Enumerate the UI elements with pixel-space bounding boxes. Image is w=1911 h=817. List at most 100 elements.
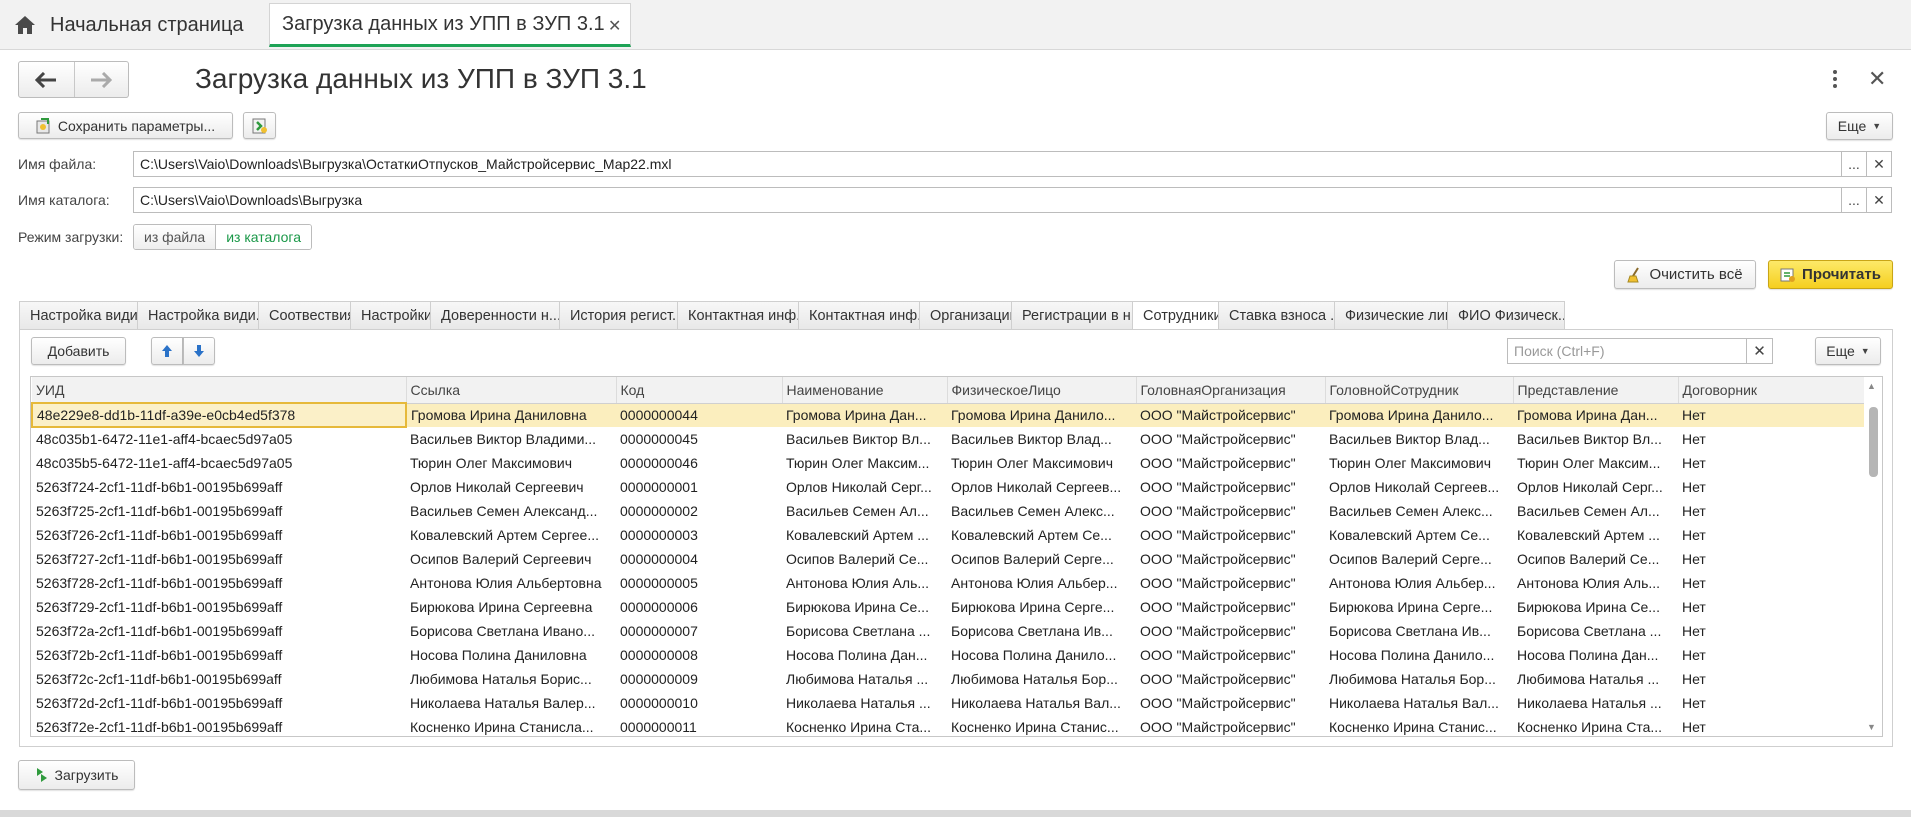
table-cell[interactable]: 5263f724-2cf1-11df-b6b1-00195b699aff: [32, 475, 406, 500]
table-cell[interactable]: Борисова Светлана ...: [1513, 619, 1678, 644]
table-cell[interactable]: Косненко Ирина Станисла...: [406, 715, 616, 736]
table-row[interactable]: 5263f72a-2cf1-11df-b6b1-00195b699aff Бори…: [32, 619, 1865, 644]
load-settings-button[interactable]: [243, 112, 276, 139]
table-cell[interactable]: Тюрин Олег Максим...: [782, 451, 947, 476]
table-cell[interactable]: Любимова Наталья ...: [782, 667, 947, 692]
table-cell[interactable]: 5263f72d-2cf1-11df-b6b1-00195b699aff: [32, 691, 406, 716]
table-cell[interactable]: Ковалевский Артем Се...: [1325, 523, 1513, 548]
table-cell[interactable]: 0000000011: [616, 715, 782, 736]
table-cell[interactable]: Нет: [1678, 667, 1865, 692]
table-cell[interactable]: 0000000009: [616, 667, 782, 692]
column-header[interactable]: ГоловнаяОрганизация: [1136, 377, 1326, 404]
tab-10[interactable]: Регистрации в н...: [1012, 301, 1133, 330]
table-row[interactable]: 5263f72d-2cf1-11df-b6b1-00195b699aff Нико…: [32, 691, 1865, 716]
table-cell[interactable]: Бирюкова Ирина Се...: [1513, 595, 1678, 620]
table-cell[interactable]: Нет: [1678, 427, 1865, 452]
table-cell[interactable]: Антонова Юлия Аль...: [782, 571, 947, 596]
table-cell[interactable]: Осипов Валерий Се...: [1513, 547, 1678, 572]
table-cell[interactable]: Громова Ирина Данило...: [947, 403, 1136, 428]
table-cell[interactable]: Нет: [1678, 595, 1865, 620]
table-cell[interactable]: Нет: [1678, 571, 1865, 596]
table-cell[interactable]: Нет: [1678, 691, 1865, 716]
tab-close-icon[interactable]: ✕: [608, 16, 621, 36]
scroll-up-icon[interactable]: ▲: [1867, 381, 1876, 391]
table-cell[interactable]: Громова Ирина Дан...: [1513, 403, 1678, 428]
table-cell[interactable]: Васильев Семен Алекс...: [1325, 499, 1513, 524]
column-header[interactable]: Договорник: [1678, 377, 1866, 404]
table-cell[interactable]: Васильев Семен Ал...: [782, 499, 947, 524]
table-cell[interactable]: Любимова Наталья Бор...: [947, 667, 1136, 692]
table-row[interactable]: 5263f72b-2cf1-11df-b6b1-00195b699aff Носо…: [32, 643, 1865, 668]
table-cell[interactable]: Николаева Наталья ...: [1513, 691, 1678, 716]
table-cell[interactable]: Орлов Николай Сергеев...: [1325, 475, 1513, 500]
table-cell[interactable]: Носова Полина Даниловна: [406, 643, 616, 668]
column-header[interactable]: ГоловнойСотрудник: [1325, 377, 1514, 404]
table-cell[interactable]: Косненко Ирина Ста...: [1513, 715, 1678, 736]
tab-14[interactable]: ФИО Физическ...: [1448, 301, 1565, 330]
column-header[interactable]: Код: [616, 377, 783, 404]
tab-12[interactable]: Ставка взноса ...: [1219, 301, 1335, 330]
table-cell[interactable]: 0000000005: [616, 571, 782, 596]
table-cell[interactable]: 5263f727-2cf1-11df-b6b1-00195b699aff: [32, 547, 406, 572]
search-input[interactable]: [1508, 339, 1746, 363]
read-button[interactable]: Прочитать: [1768, 260, 1893, 289]
move-down-button[interactable]: [183, 337, 215, 365]
table-row[interactable]: 5263f724-2cf1-11df-b6b1-00195b699aff Орло…: [32, 475, 1865, 500]
table-cell[interactable]: Васильев Виктор Влад...: [947, 427, 1136, 452]
table-cell[interactable]: Осипов Валерий Серге...: [947, 547, 1136, 572]
table-cell[interactable]: ООО "Майстройсервис": [1136, 403, 1325, 428]
catalog-select-button[interactable]: ...: [1841, 187, 1867, 213]
tab-7[interactable]: Контактная инф...: [678, 301, 799, 330]
tab-2[interactable]: Настройка види...: [138, 301, 259, 330]
table-cell[interactable]: Нет: [1678, 451, 1865, 476]
search-clear-icon[interactable]: ✕: [1746, 339, 1772, 363]
table-cell[interactable]: 0000000008: [616, 643, 782, 668]
table-row[interactable]: 5263f725-2cf1-11df-b6b1-00195b699aff Васи…: [32, 499, 1865, 524]
table-cell[interactable]: 0000000001: [616, 475, 782, 500]
table-cell[interactable]: Громова Ирина Данило...: [1325, 403, 1513, 428]
table-cell[interactable]: Громова Ирина Дан...: [782, 403, 947, 428]
table-cell[interactable]: ООО "Майстройсервис": [1136, 715, 1325, 736]
table-cell[interactable]: Васильев Семен Александ...: [406, 499, 616, 524]
table-cell[interactable]: Тюрин Олег Максимович: [947, 451, 1136, 476]
tab-active-document[interactable]: Загрузка данных из УПП в ЗУП 3.1 ✕: [269, 3, 631, 47]
tab-9[interactable]: Организации: [920, 301, 1012, 330]
tab-4[interactable]: Настройки: [351, 301, 431, 330]
table-row[interactable]: 5263f72e-2cf1-11df-b6b1-00195b699aff Косн…: [32, 715, 1865, 736]
catalog-name-field[interactable]: C:\Users\Vaio\Downloads\Выгрузка: [133, 187, 1842, 213]
tab-1[interactable]: Настройка види...: [20, 301, 138, 330]
close-icon[interactable]: ✕: [1868, 66, 1886, 92]
table-cell[interactable]: Любимова Наталья Борис...: [406, 667, 616, 692]
table-cell[interactable]: Васильев Виктор Вл...: [782, 427, 947, 452]
table-cell[interactable]: Нет: [1678, 403, 1865, 428]
move-up-button[interactable]: [151, 337, 183, 365]
table-cell[interactable]: Орлов Николай Сергеевич: [406, 475, 616, 500]
table-row[interactable]: 5263f728-2cf1-11df-b6b1-00195b699aff Анто…: [32, 571, 1865, 596]
table-cell[interactable]: Любимова Наталья Бор...: [1325, 667, 1513, 692]
table-cell[interactable]: 5263f72c-2cf1-11df-b6b1-00195b699aff: [32, 667, 406, 692]
table-cell[interactable]: Антонова Юлия Альбер...: [947, 571, 1136, 596]
table-cell[interactable]: Нет: [1678, 499, 1865, 524]
table-cell[interactable]: Носова Полина Данило...: [947, 643, 1136, 668]
table-cell[interactable]: Осипов Валерий Се...: [782, 547, 947, 572]
table-cell[interactable]: ООО "Майстройсервис": [1136, 571, 1325, 596]
table-cell[interactable]: Бирюкова Ирина Серге...: [947, 595, 1136, 620]
table-cell[interactable]: Нет: [1678, 547, 1865, 572]
table-cell[interactable]: Ковалевский Артем Сергее...: [406, 523, 616, 548]
column-header[interactable]: Наименование: [782, 377, 948, 404]
home-tab[interactable]: Начальная страница: [0, 0, 257, 50]
table-cell[interactable]: Борисова Светлана Ивано...: [406, 619, 616, 644]
table-cell[interactable]: ООО "Майстройсервис": [1136, 547, 1325, 572]
column-header[interactable]: Представление: [1513, 377, 1679, 404]
table-cell[interactable]: Орлов Николай Сергеев...: [947, 475, 1136, 500]
table-cell[interactable]: Тюрин Олег Максим...: [1513, 451, 1678, 476]
table-cell[interactable]: ООО "Майстройсервис": [1136, 523, 1325, 548]
table-cell[interactable]: Васильев Виктор Владими...: [406, 427, 616, 452]
table-cell[interactable]: Нет: [1678, 619, 1865, 644]
table-cell[interactable]: Любимова Наталья ...: [1513, 667, 1678, 692]
table-row[interactable]: 48c035b5-6472-11e1-aff4-bcaec5d97a05 Тюри…: [32, 451, 1865, 476]
table-cell[interactable]: Васильев Виктор Влад...: [1325, 427, 1513, 452]
table-cell[interactable]: Антонова Юлия Альбертовна: [406, 571, 616, 596]
table-row[interactable]: 5263f72c-2cf1-11df-b6b1-00195b699aff Люби…: [32, 667, 1865, 692]
table-cell[interactable]: Борисова Светлана Ив...: [947, 619, 1136, 644]
